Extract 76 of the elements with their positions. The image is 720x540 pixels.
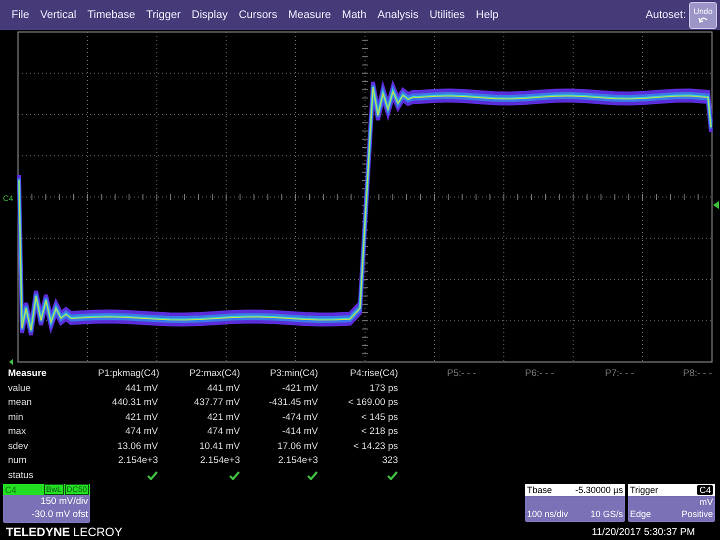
timebase-delay: -5.30000 µs (575, 484, 623, 496)
measure-value: 13.06 mV (116, 440, 158, 454)
measure-value: 173 ps (368, 382, 398, 396)
measure-value: 421 mV (206, 410, 240, 424)
brand-logo-bold: TELEDYNE (6, 525, 70, 539)
measure-value: -421 mV (281, 382, 318, 396)
trigger-level: mV (698, 496, 714, 508)
measure-value: 474 mV (124, 425, 158, 439)
menu-item[interactable]: Timebase (82, 6, 141, 24)
row-label: value (8, 382, 32, 396)
measure-header: P4:rise(C4) (348, 367, 398, 381)
row-label: sdev (8, 440, 30, 454)
menu-item[interactable]: Measure (282, 6, 337, 24)
row-label: status (8, 468, 34, 482)
menu-item[interactable]: Cursors (233, 6, 283, 24)
measure-header: P1:pkmag(C4) (98, 367, 158, 381)
measure-header: P6:- - - (525, 367, 556, 381)
measure-value: < 218 ps (360, 425, 398, 439)
channel-offset: -30.0 mV ofst (30, 508, 89, 521)
measure-value: 421 mV (124, 410, 158, 424)
autoset-label: Autoset: (646, 8, 686, 23)
measure-value: 474 mV (206, 425, 240, 439)
measure-value: 441 mV (124, 382, 158, 396)
measure-value: -431.45 mV (268, 396, 318, 410)
measure-header: P3:min(C4) (268, 367, 318, 381)
undo-icon (698, 16, 708, 23)
row-label: mean (8, 396, 33, 410)
measure-value: 437.77 mV (193, 396, 240, 410)
menu-item[interactable]: Math (336, 6, 372, 24)
channel-box[interactable]: C4 BwL DC50 150 mV/div -30.0 mV ofst (3, 484, 90, 523)
channel-name: C4 (5, 484, 17, 494)
menu-item[interactable]: Display (186, 6, 234, 24)
brand-logo-light: LECROY (73, 525, 122, 539)
measure-header: P7:- - - (605, 367, 636, 381)
trigger-box[interactable]: Trigger C4 mV Edge Positive (628, 484, 715, 522)
measure-value: 440.31 mV (111, 396, 158, 410)
trigger-setting: Positive (681, 508, 713, 520)
trigger-source: C4 (697, 485, 713, 495)
menu-item[interactable]: Vertical (34, 6, 82, 24)
measure-value: 10.41 mV (198, 440, 240, 454)
timestamp: 11/20/2017 5:30:37 PM (592, 526, 695, 540)
measure-value: -474 mV (281, 410, 318, 424)
channel-tag: DC50 (64, 484, 89, 495)
menu-item[interactable]: Trigger (140, 6, 186, 24)
timebase-title: Tbase (527, 484, 552, 496)
measure-header: P5:- - - (446, 367, 478, 381)
measure-value: 17.06 mV (276, 440, 318, 454)
measure-header: P2:max(C4) (188, 367, 240, 381)
row-label: max (8, 425, 27, 439)
measure-value: 2.154e+3 (117, 454, 158, 468)
measure-header: P8:- - - (683, 367, 714, 381)
channel-tag: BwL (44, 484, 64, 495)
channel-label: C4 (3, 194, 14, 203)
menu-item[interactable]: Help (470, 6, 504, 24)
trigger-title: Trigger (630, 484, 658, 496)
menu-item[interactable]: Utilities (424, 6, 470, 24)
trigger-marker-icon (9, 359, 13, 365)
measure-value: < 145 ps (360, 410, 398, 424)
measure-value: 2.154e+3 (199, 454, 240, 468)
measure-value: < 169.00 ps (347, 396, 398, 410)
measure-value: -414 mV (281, 425, 318, 439)
channel-scale: 150 mV/div (39, 495, 89, 508)
measure-value: 323 (381, 454, 398, 468)
measure-title: Measure (8, 367, 48, 381)
measure-value: < 14.23 ps (352, 440, 398, 454)
offset-marker-icon (713, 201, 719, 209)
row-label: min (8, 410, 24, 424)
row-label: num (8, 454, 28, 468)
trigger-setting: Edge (630, 508, 652, 520)
timebase-setting: 10 GS/s (590, 508, 623, 520)
measure-value: 441 mV (206, 382, 240, 396)
menu-item[interactable]: File (6, 6, 35, 24)
menu-item[interactable]: Analysis (372, 6, 424, 24)
timebase-box[interactable]: Tbase -5.30000 µs 100 ns/div 10 GS/s (525, 484, 625, 522)
measure-value: 2.154e+3 (277, 454, 318, 468)
timebase-setting: 100 ns/div (527, 508, 568, 520)
